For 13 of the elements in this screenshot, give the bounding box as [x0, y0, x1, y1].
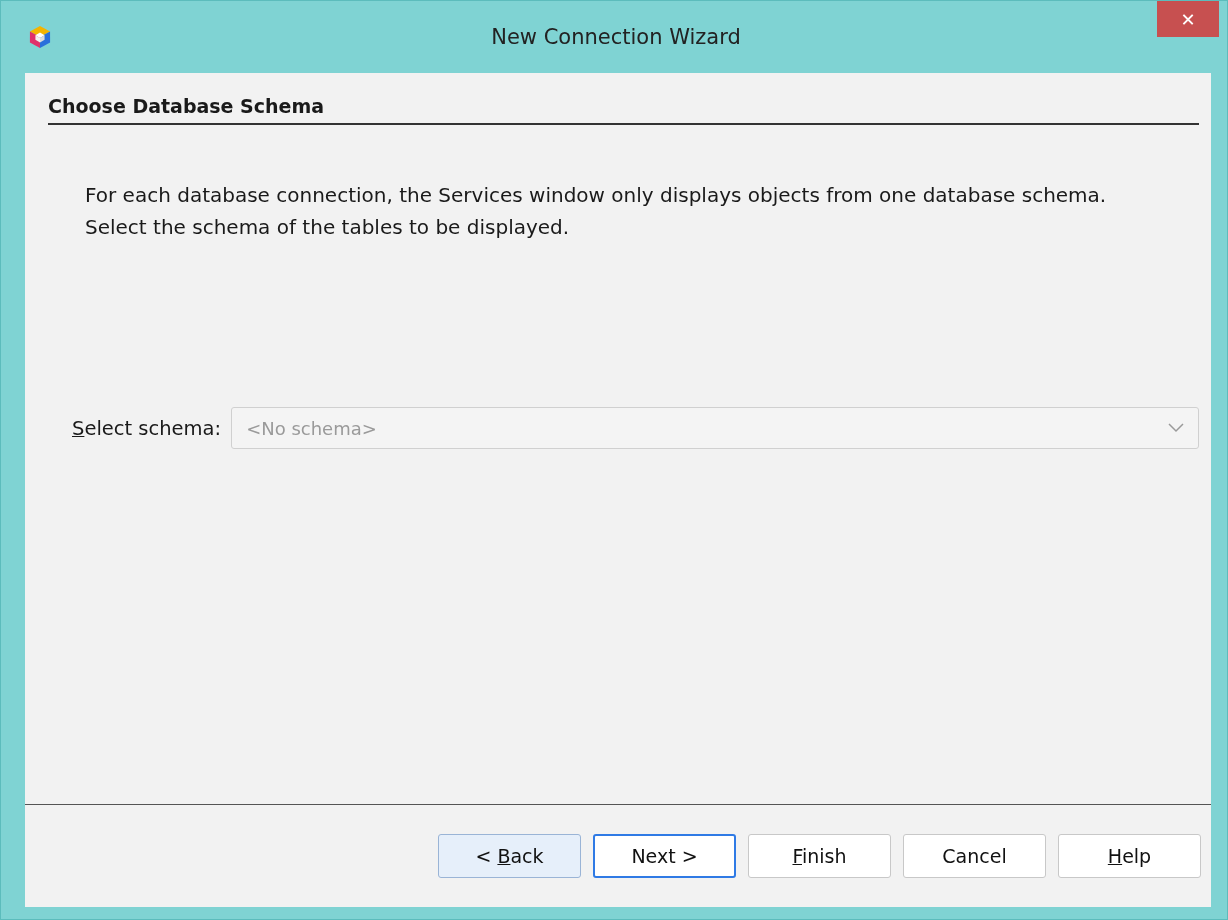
description-text: For each database connection, the Services window only displays objects from one database schema. [85, 182, 1108, 209]
description-text: Select the schema of the tables to be displayed. [85, 214, 571, 241]
field-label: Select schema: [72, 416, 222, 440]
page-heading: Choose Database Schema [48, 95, 1199, 125]
wizard-button[interactable]: Finish [748, 834, 891, 878]
chevron-down-icon [1168, 423, 1184, 433]
wizard-button[interactable]: Cancel [903, 834, 1046, 878]
window-title: New Connection Wizard [490, 25, 742, 49]
wizard-button[interactable]: < Back [438, 834, 581, 878]
cube-icon [29, 25, 51, 49]
close-button[interactable]: ✕ [1157, 1, 1219, 37]
wizard-button[interactable]: Help [1058, 834, 1201, 878]
wizard-button[interactable]: Next > [593, 834, 736, 878]
